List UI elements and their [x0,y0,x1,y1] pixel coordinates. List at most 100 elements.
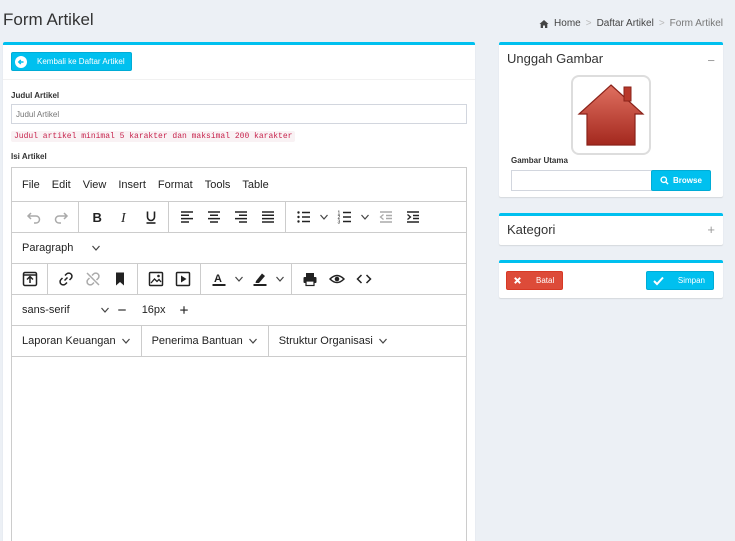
breadcrumb-separator: > [585,18,592,29]
justify-button[interactable] [254,206,281,228]
home-icon [539,19,549,28]
text-color-dropdown[interactable] [232,268,246,290]
print-button[interactable] [296,268,323,290]
breadcrumb-home[interactable]: Home [554,18,581,29]
kategori-panel-title: Kategori [507,222,556,237]
numbered-list-button[interactable]: 123 [331,206,358,228]
bullet-list-button[interactable] [290,206,317,228]
chevron-down-icon [92,245,101,251]
browse-button-label: Browse [673,176,702,185]
font-size-decrease-button[interactable] [110,299,134,321]
block-format-select[interactable]: Paragraph [16,242,101,254]
font-size-value: 16px [141,304,166,316]
numbered-list-dropdown[interactable] [358,206,372,228]
collapse-button[interactable]: − [707,53,715,68]
menu-edit[interactable]: Edit [52,179,71,191]
italic-button[interactable]: I [110,206,137,228]
svg-text:B: B [92,210,101,225]
bold-icon: B [92,210,101,225]
search-icon [660,176,669,185]
gambar-utama-input[interactable] [511,170,652,191]
unlink-button[interactable] [79,268,106,290]
text-color-icon: A [212,273,225,286]
source-code-button[interactable] [350,268,377,290]
upload-panel-title: Unggah Gambar [507,51,604,66]
judul-artikel-input[interactable] [11,104,467,124]
menu-file[interactable]: File [22,179,40,191]
insert-media-button[interactable] [169,268,196,290]
breadcrumb-daftar-artikel[interactable]: Daftar Artikel [597,18,654,29]
menu-insert[interactable]: Insert [118,179,146,191]
chevron-down-icon [276,276,284,282]
check-icon [653,276,664,285]
chevron-down-icon [235,276,243,282]
browse-button[interactable]: Browse [651,170,711,191]
toolbar-row-insert: A [12,263,466,294]
editor-menubar: File Edit View Insert Format Tools Table [12,168,466,201]
image-icon [148,271,163,287]
svg-text:I: I [120,211,127,225]
chevron-down-icon [361,214,369,220]
image-preview [571,75,651,155]
breadcrumb-separator: > [658,18,665,29]
svg-text:3: 3 [337,220,340,226]
insert-link-button[interactable] [52,268,79,290]
outdent-icon [378,211,392,223]
undo-button[interactable] [20,206,47,228]
link-icon [58,272,73,286]
bullet-list-dropdown[interactable] [317,206,331,228]
menu-penerima-bantuan-label: Penerima Bantuan [151,335,243,347]
preview-button[interactable] [323,268,350,290]
menu-penerima-bantuan[interactable]: Penerima Bantuan [142,326,269,356]
arrow-left-circle-icon [15,55,27,68]
align-right-button[interactable] [227,206,254,228]
italic-icon: I [120,211,127,225]
menu-format[interactable]: Format [158,179,193,191]
kategori-panel: Kategori + [499,213,723,245]
outdent-button[interactable] [372,206,399,228]
align-right-icon [234,211,247,223]
font-family-select[interactable]: sans-serif [16,304,110,316]
toolbar-row-custom-menus: Laporan Keuangan Penerima Bantuan Strukt… [12,325,466,356]
text-color-button[interactable]: A [205,268,232,290]
back-button-label: Kembali ke Daftar Artikel [37,57,125,66]
upload-button[interactable] [16,268,43,290]
bullet-list-icon [296,211,310,223]
save-button[interactable]: Simpan [645,271,714,290]
menu-tools[interactable]: Tools [205,179,231,191]
highlight-color-button[interactable] [246,268,273,290]
indent-button[interactable] [399,206,426,228]
menu-struktur-organisasi[interactable]: Struktur Organisasi [269,326,398,356]
menu-laporan-keuangan[interactable]: Laporan Keuangan [12,326,142,356]
insert-image-button[interactable] [142,268,169,290]
anchor-button[interactable] [106,268,133,290]
bold-button[interactable]: B [83,206,110,228]
font-size-increase-button[interactable] [174,299,194,321]
editor-content-area[interactable] [12,356,466,541]
eye-icon [328,274,345,284]
chevron-down-icon [121,338,130,344]
underline-button[interactable] [137,206,164,228]
toolbar-row-formatting: B I 123 [12,201,466,232]
font-size-input[interactable]: 16px [134,304,174,316]
align-left-button[interactable] [173,206,200,228]
font-family-value: sans-serif [22,304,70,316]
expand-button[interactable]: + [707,222,715,237]
menu-table[interactable]: Table [242,179,268,191]
highlight-color-dropdown[interactable] [273,268,287,290]
block-format-value: Paragraph [22,242,74,254]
house-icon [577,84,645,146]
redo-button[interactable] [47,206,74,228]
minus-icon [117,309,126,311]
numbered-list-icon: 123 [337,211,351,226]
back-to-list-button[interactable]: Kembali ke Daftar Artikel [11,52,132,71]
plus-icon [179,306,188,314]
actions-panel: Batal Simpan [499,260,723,298]
print-icon [303,273,316,287]
align-center-button[interactable] [200,206,227,228]
breadcrumb-current: Form Artikel [669,18,723,29]
cancel-button[interactable]: Batal [506,271,564,290]
breadcrumb: Home > Daftar Artikel > Form Artikel [539,18,723,29]
highlighter-icon [253,273,266,286]
menu-view[interactable]: View [83,179,107,191]
